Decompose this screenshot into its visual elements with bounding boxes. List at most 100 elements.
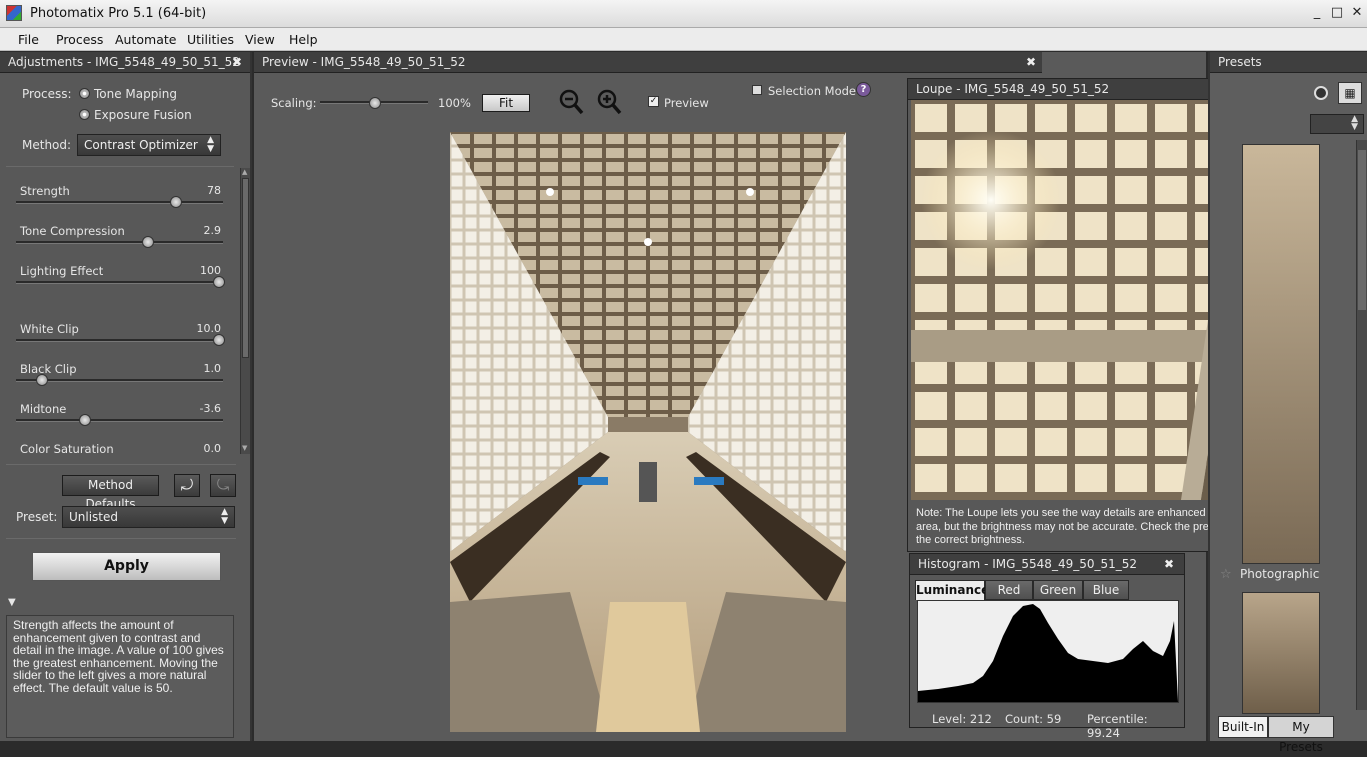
slider-value: 78	[207, 184, 221, 197]
help-icon[interactable]: ?	[856, 82, 871, 97]
divider	[6, 166, 234, 167]
redo-icon[interactable]: ⤿	[210, 474, 236, 497]
histogram-title: Histogram - IMG_5548_49_50_51_52	[918, 557, 1138, 571]
apply-button[interactable]: Apply	[32, 552, 221, 581]
zoom-out-icon[interactable]	[558, 88, 584, 116]
preview-header: Preview - IMG_5548_49_50_51_52 ✖	[254, 52, 1042, 73]
method-defaults-button[interactable]: Method Defaults	[62, 475, 159, 511]
slider-value: -3.6	[199, 402, 221, 415]
menu-bar: File Process Automate Utilities View Hel…	[0, 28, 1367, 51]
scroll-up-icon[interactable]: ▲	[242, 168, 250, 176]
menu-automate[interactable]: Automate	[115, 32, 176, 47]
tone-mapping-label[interactable]: Tone Mapping	[94, 87, 177, 101]
menu-utilities[interactable]: Utilities	[187, 32, 234, 47]
slider-track[interactable]	[16, 419, 223, 422]
method-select[interactable]: Contrast Optimizer ▲ ▼	[77, 134, 221, 156]
method-value: Contrast Optimizer	[84, 138, 198, 152]
menu-process[interactable]: Process	[56, 32, 103, 47]
loupe-title: Loupe - IMG_5548_49_50_51_52	[916, 82, 1110, 96]
slider-thumb[interactable]	[213, 334, 225, 348]
selection-mode-checkbox[interactable]	[752, 85, 762, 95]
preview-checkbox[interactable]: ✓	[648, 96, 659, 107]
adjustments-title: Adjustments - IMG_5548_49_50_51_52	[8, 55, 240, 69]
histogram-plot[interactable]	[917, 600, 1179, 703]
slider-value: 2.9	[203, 224, 222, 237]
slider-thumb[interactable]	[213, 276, 225, 290]
radio-exposure-fusion[interactable]	[79, 109, 90, 120]
app-icon	[6, 5, 22, 21]
scaling-slider-thumb[interactable]	[369, 97, 381, 111]
scaling-value: 100%	[438, 96, 471, 110]
preset-thumbnail[interactable]	[1242, 144, 1320, 564]
slider-track[interactable]	[16, 339, 223, 342]
preset-thumb-label: Photographic	[1240, 567, 1320, 581]
scroll-down-icon[interactable]: ▼	[242, 444, 250, 452]
slider-thumb[interactable]	[169, 196, 182, 210]
slider-label: Tone Compression	[20, 224, 125, 238]
preview-title: Preview - IMG_5548_49_50_51_52	[262, 55, 466, 69]
close-icon[interactable]: ✖	[1164, 554, 1174, 575]
minimize-button[interactable]: _	[1306, 4, 1328, 22]
presets-title: Presets	[1218, 55, 1262, 69]
slider-value: 1.0	[203, 362, 222, 375]
close-window-button[interactable]: ✕	[1346, 4, 1367, 22]
tab-green[interactable]: Green	[1033, 580, 1083, 600]
histogram-header: Histogram - IMG_5548_49_50_51_52 ✖	[910, 554, 1184, 575]
tab-blue[interactable]: Blue	[1083, 580, 1129, 600]
maximize-button[interactable]: □	[1326, 4, 1348, 22]
preset-view-icon[interactable]	[1314, 86, 1328, 100]
radio-tone-mapping[interactable]	[79, 88, 90, 99]
adjustments-scrollbar[interactable]: ▲ ▼	[240, 168, 250, 454]
menu-help[interactable]: Help	[289, 32, 318, 47]
scroll-thumb[interactable]	[1358, 150, 1366, 310]
preview-label: Preview	[664, 96, 709, 110]
undo-icon[interactable]: ⤾	[174, 474, 200, 497]
collapse-triangle-icon[interactable]: ▼	[8, 597, 16, 608]
slider-track[interactable]	[16, 201, 223, 204]
slider-value: 0.0	[203, 442, 222, 455]
slider-label: Midtone	[20, 402, 67, 416]
slider-label: Color Saturation	[20, 442, 114, 456]
close-icon[interactable]: ✖	[1026, 52, 1036, 73]
slider-label: Black Clip	[20, 362, 77, 376]
process-label: Process:	[22, 87, 72, 101]
preset-select[interactable]: Unlisted ▲ ▼	[62, 506, 235, 528]
menu-view[interactable]: View	[245, 32, 275, 47]
preset-sort-select[interactable]: ▲ ▼	[1310, 114, 1364, 134]
slider-thumb[interactable]	[35, 374, 48, 388]
adjustments-header: Adjustments - IMG_5548_49_50_51_52 ✖	[0, 52, 250, 73]
histogram-percentile: Percentile: 99.24	[1087, 712, 1148, 740]
divider	[6, 538, 236, 539]
grid-view-icon[interactable]: ▦	[1338, 82, 1362, 104]
presets-scrollbar[interactable]	[1356, 140, 1367, 710]
menu-file[interactable]: File	[18, 32, 39, 47]
preset-label: Preset:	[16, 510, 58, 524]
slider-thumb[interactable]	[79, 414, 92, 428]
adjustments-panel: Adjustments - IMG_5548_49_50_51_52 ✖ Pro…	[0, 52, 252, 741]
fit-button[interactable]: Fit	[482, 94, 530, 112]
slider-label: Lighting Effect	[20, 264, 104, 278]
slider-thumb[interactable]	[142, 236, 155, 250]
scroll-thumb[interactable]	[242, 178, 249, 358]
preset-value: Unlisted	[69, 510, 119, 524]
description-box: Strength affects the amount of enhanceme…	[6, 615, 234, 738]
preview-image[interactable]	[450, 132, 846, 732]
selection-mode-label: Selection Mode	[768, 84, 856, 98]
method-label: Method:	[22, 138, 72, 152]
tab-luminance[interactable]: Luminance	[915, 580, 989, 600]
slider-label: Strength	[20, 184, 70, 198]
exposure-fusion-label[interactable]: Exposure Fusion	[94, 108, 192, 122]
star-icon[interactable]: ☆	[1220, 567, 1232, 582]
histogram-count: Count: 59	[1005, 712, 1062, 726]
slider-track[interactable]	[16, 281, 223, 284]
slider-label: White Clip	[20, 322, 79, 336]
window-titlebar: Photomatix Pro 5.1 (64-bit) _ □ ✕	[0, 0, 1367, 28]
tab-built-in[interactable]: Built-In	[1218, 716, 1268, 738]
close-icon[interactable]: ✖	[232, 52, 242, 73]
zoom-in-icon[interactable]	[596, 88, 622, 116]
slider-track[interactable]	[16, 241, 223, 244]
tab-my-presets[interactable]: My Presets	[1268, 716, 1334, 754]
preset-thumbnail[interactable]	[1242, 592, 1320, 714]
presets-panel: Presets ▦ ▲ ▼ ☆ Photographic Built-In My …	[1208, 52, 1367, 754]
tab-red[interactable]: Red	[985, 580, 1033, 600]
